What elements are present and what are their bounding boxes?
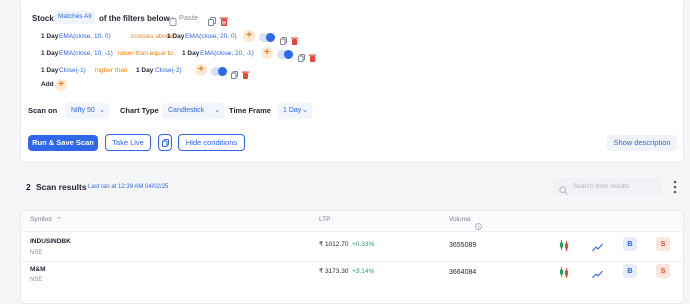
sell-button[interactable]: S — [656, 264, 670, 278]
column-volume: Volume — [449, 216, 471, 223]
results-search-input[interactable]: Search from results — [553, 178, 662, 196]
condition-timeframe[interactable]: 1 Day — [41, 67, 58, 75]
condition-timeframe[interactable]: 1 Day — [41, 33, 58, 41]
chevron-down-icon: ⌄ — [214, 107, 220, 114]
divider — [21, 231, 683, 232]
condition-indicator[interactable]: Close(-2) — [155, 67, 182, 75]
paste-button[interactable]: Paste — [179, 14, 198, 22]
chart-type-select[interactable]: Candlestick ⌄ — [162, 103, 224, 119]
row-ltp: ₹ 1012.70 — [319, 241, 349, 248]
add-condition-label[interactable]: Add — [41, 81, 54, 89]
copy-scan-icon — [162, 139, 169, 149]
row-volume: 3655089 — [449, 242, 477, 249]
row-exchange: NSE — [30, 250, 43, 256]
filters-suffix: of the filters below — [99, 14, 170, 23]
chart-type-value: Candlestick — [168, 107, 205, 114]
more-icon[interactable] — [673, 180, 677, 194]
copy-scan-button[interactable] — [158, 134, 172, 151]
condition-indicator[interactable]: EMA(close, 10, 0) — [59, 33, 111, 41]
stock-label: Stock — [32, 14, 54, 23]
add-condition-icon[interactable]: + — [195, 64, 207, 76]
run-save-scan-button[interactable]: Run & Save Scan — [28, 135, 98, 151]
search-icon — [559, 182, 568, 200]
scan-on-label: Scan on — [28, 106, 58, 115]
delete-icon[interactable] — [220, 13, 228, 26]
add-condition-button[interactable]: + — [55, 79, 67, 91]
sort-arrow-icon[interactable]: ⌃ — [56, 216, 62, 224]
results-count: 2 — [26, 182, 31, 192]
buy-button[interactable]: B — [623, 237, 637, 251]
search-placeholder: Search from results — [573, 183, 630, 190]
hide-conditions-button[interactable]: Hide conditions — [178, 134, 245, 151]
condition-indicator[interactable]: EMA(close, 20, -1) — [200, 50, 254, 58]
column-ltp: LTP — [319, 216, 331, 223]
column-symbol[interactable]: Symbol — [30, 216, 52, 224]
row-volume: 3664084 — [449, 269, 477, 276]
results-table: Symbol ⌃ LTP Volume INDUSINDBK NSE ₹ 101… — [20, 210, 684, 304]
line-chart-icon[interactable] — [592, 239, 603, 257]
scan-on-value: Nifty 50 — [71, 107, 95, 114]
row-ltp: ₹ 3173.30 — [319, 268, 349, 275]
delete-icon[interactable] — [291, 32, 298, 45]
buy-button[interactable]: B — [623, 264, 637, 278]
row-symbol[interactable]: M&M — [30, 266, 46, 274]
condition-timeframe[interactable]: 1 Day — [41, 50, 58, 58]
condition-timeframe[interactable]: 1 Day — [182, 50, 199, 58]
match-mode-select[interactable]: Matches All — [54, 11, 96, 24]
chevron-down-icon: ⌄ — [302, 107, 308, 114]
copy-icon[interactable] — [298, 49, 305, 62]
copy-icon[interactable] — [231, 66, 238, 79]
take-live-button[interactable]: Take Live — [105, 134, 151, 151]
delete-icon[interactable] — [242, 66, 249, 79]
row-symbol[interactable]: INDUSINDBK — [30, 238, 71, 246]
copy-icon[interactable] — [280, 32, 287, 45]
condition-indicator[interactable]: EMA(close, 20, 0) — [185, 33, 237, 41]
show-description-button[interactable]: Show description — [607, 135, 677, 151]
condition-timeframe[interactable]: 1 Day — [136, 67, 153, 75]
add-condition-icon[interactable]: + — [243, 30, 255, 42]
condition-timeframe[interactable]: 1 Day — [167, 33, 184, 41]
row-change: +0.33% — [352, 241, 375, 248]
candlestick-chart-icon[interactable] — [559, 265, 569, 283]
last-ran-text: Last ran at 12:39 AM 04/02/25 — [88, 184, 169, 190]
time-frame-label: Time Frame — [229, 106, 271, 115]
sell-button[interactable]: S — [656, 237, 670, 251]
condition-indicator[interactable]: EMA(close, 10, -1) — [59, 50, 113, 58]
condition-indicator[interactable]: Close(-1) — [59, 67, 86, 75]
time-frame-value: 1 Day — [283, 107, 302, 114]
scan-on-select[interactable]: Nifty 50 ⌄ — [65, 103, 109, 119]
delete-icon[interactable] — [309, 49, 316, 62]
copy-icon[interactable] — [208, 13, 216, 26]
row-change: +3.14% — [352, 268, 375, 275]
condition-toggle[interactable] — [259, 33, 275, 42]
paste-icon[interactable] — [169, 13, 177, 26]
divider — [21, 261, 683, 262]
chevron-down-icon: ⌄ — [99, 107, 105, 114]
add-condition-icon[interactable]: + — [261, 47, 273, 59]
condition-operator[interactable]: lower than equal to — [118, 50, 173, 58]
results-title: Scan results — [36, 182, 87, 192]
condition-toggle[interactable] — [211, 67, 227, 76]
scan-builder-card: Stock Matches All of the filters below P… — [20, 0, 684, 163]
candlestick-chart-icon[interactable] — [559, 238, 569, 256]
condition-toggle[interactable] — [277, 50, 293, 59]
chart-type-label: Chart Type — [120, 106, 159, 115]
condition-operator[interactable]: higher than — [95, 67, 128, 75]
info-icon[interactable] — [475, 217, 482, 235]
line-chart-icon[interactable] — [592, 266, 603, 284]
time-frame-select[interactable]: 1 Day ⌄ — [277, 103, 312, 119]
row-exchange: NSE — [30, 277, 43, 283]
table-header: Symbol ⌃ LTP Volume — [21, 211, 683, 231]
